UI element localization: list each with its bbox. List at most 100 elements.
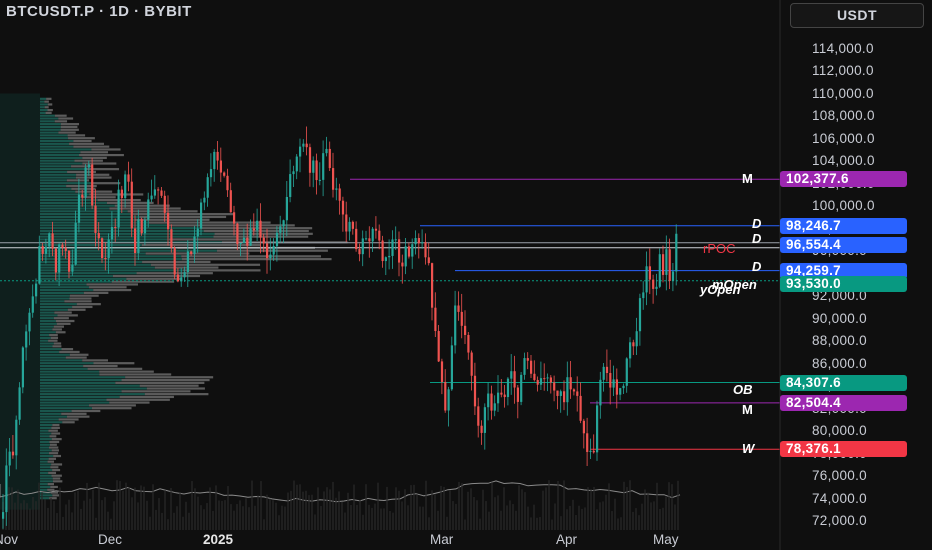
candle-body[interactable]	[282, 220, 285, 227]
candle-body[interactable]	[28, 312, 31, 332]
candle-body[interactable]	[427, 257, 430, 264]
candle-body[interactable]	[589, 450, 592, 452]
candle-body[interactable]	[358, 249, 361, 255]
candle-body[interactable]	[480, 425, 483, 433]
candle-body[interactable]	[490, 393, 493, 411]
candle-body[interactable]	[186, 251, 189, 273]
candle-body[interactable]	[249, 228, 252, 246]
candle-body[interactable]	[160, 190, 163, 196]
candle-body[interactable]	[671, 271, 675, 281]
candle-body[interactable]	[285, 196, 288, 221]
candle-body[interactable]	[549, 377, 552, 383]
candle-body[interactable]	[97, 232, 100, 239]
candle-body[interactable]	[510, 371, 513, 379]
candle-body[interactable]	[546, 377, 549, 379]
candle-body[interactable]	[229, 190, 232, 213]
candle-body[interactable]	[213, 151, 216, 170]
candle-body[interactable]	[54, 248, 57, 273]
candle-body[interactable]	[61, 244, 64, 248]
candle-body[interactable]	[262, 237, 265, 244]
candle-body[interactable]	[421, 242, 424, 244]
candle-body[interactable]	[543, 378, 546, 380]
candle-body[interactable]	[404, 246, 407, 267]
candle-body[interactable]	[464, 325, 467, 335]
candle-body[interactable]	[150, 195, 153, 200]
candle-body[interactable]	[629, 342, 632, 359]
candle-body[interactable]	[25, 331, 28, 348]
candle-body[interactable]	[318, 179, 321, 181]
candle-body[interactable]	[506, 378, 510, 398]
candle-body[interactable]	[579, 395, 582, 421]
candle-body[interactable]	[226, 175, 229, 191]
candle-body[interactable]	[48, 233, 51, 247]
candle-body[interactable]	[493, 403, 496, 411]
candle-body[interactable]	[173, 247, 176, 275]
candle-body[interactable]	[206, 177, 209, 198]
candle-body[interactable]	[74, 222, 77, 265]
price-badge[interactable]: 98,246.7	[780, 217, 907, 234]
candle-body[interactable]	[8, 451, 11, 466]
candle-body[interactable]	[130, 181, 133, 229]
candle-body[interactable]	[665, 249, 668, 275]
candle-body[interactable]	[625, 358, 628, 386]
candle-body[interactable]	[407, 246, 411, 257]
candle-body[interactable]	[180, 277, 183, 282]
candle-body[interactable]	[516, 387, 519, 402]
candle-body[interactable]	[2, 512, 5, 519]
candle-body[interactable]	[566, 377, 569, 403]
candle-body[interactable]	[117, 189, 120, 228]
candle-body[interactable]	[374, 228, 378, 231]
candle-body[interactable]	[530, 360, 533, 374]
candle-body[interactable]	[259, 220, 262, 238]
candle-body[interactable]	[325, 148, 328, 154]
candle-body[interactable]	[526, 358, 529, 361]
candle-body[interactable]	[586, 433, 589, 452]
candle-body[interactable]	[312, 160, 315, 173]
symbol-title[interactable]: BTCUSDT.P · 1D · BYBIT	[6, 3, 192, 20]
candle-body[interactable]	[398, 239, 401, 263]
candle-body[interactable]	[635, 331, 638, 347]
candle-body[interactable]	[467, 334, 470, 353]
candle-body[interactable]	[134, 228, 137, 254]
candle-body[interactable]	[233, 212, 236, 224]
candle-body[interactable]	[602, 366, 605, 380]
candle-body[interactable]	[183, 272, 186, 278]
candle-body[interactable]	[308, 147, 312, 173]
candle-body[interactable]	[275, 232, 279, 247]
candle-body[interactable]	[68, 250, 71, 272]
candle-body[interactable]	[477, 406, 480, 426]
candle-body[interactable]	[328, 148, 331, 169]
candle-body[interactable]	[523, 358, 526, 375]
candle-body[interactable]	[223, 172, 226, 176]
candle-body[interactable]	[378, 230, 381, 241]
candle-body[interactable]	[269, 254, 272, 259]
candle-body[interactable]	[127, 174, 130, 182]
candle-body[interactable]	[582, 420, 585, 434]
candle-body[interactable]	[513, 371, 516, 388]
candle-body[interactable]	[107, 239, 110, 259]
candle-body[interactable]	[190, 251, 193, 255]
candle-body[interactable]	[242, 237, 246, 244]
candle-body[interactable]	[615, 379, 618, 395]
price-badge[interactable]: 93,530.0	[780, 275, 907, 292]
candle-body[interactable]	[497, 392, 500, 404]
candle-body[interactable]	[605, 366, 609, 373]
candle-body[interactable]	[44, 246, 48, 254]
candle-body[interactable]	[157, 189, 160, 191]
candle-body[interactable]	[391, 239, 394, 256]
candle-body[interactable]	[411, 244, 414, 257]
candle-body[interactable]	[101, 238, 104, 259]
candle-body[interactable]	[365, 238, 368, 240]
candle-body[interactable]	[272, 246, 275, 255]
candle-body[interactable]	[576, 391, 579, 396]
candle-body[interactable]	[219, 160, 222, 173]
candle-body[interactable]	[483, 407, 486, 433]
candle-body[interactable]	[569, 377, 572, 390]
candle-body[interactable]	[35, 283, 38, 297]
candle-body[interactable]	[444, 381, 447, 411]
candle-body[interactable]	[655, 286, 658, 289]
candle-body[interactable]	[572, 389, 576, 392]
candle-body[interactable]	[120, 189, 123, 199]
candle-body[interactable]	[167, 212, 170, 230]
candle-body[interactable]	[200, 202, 203, 229]
